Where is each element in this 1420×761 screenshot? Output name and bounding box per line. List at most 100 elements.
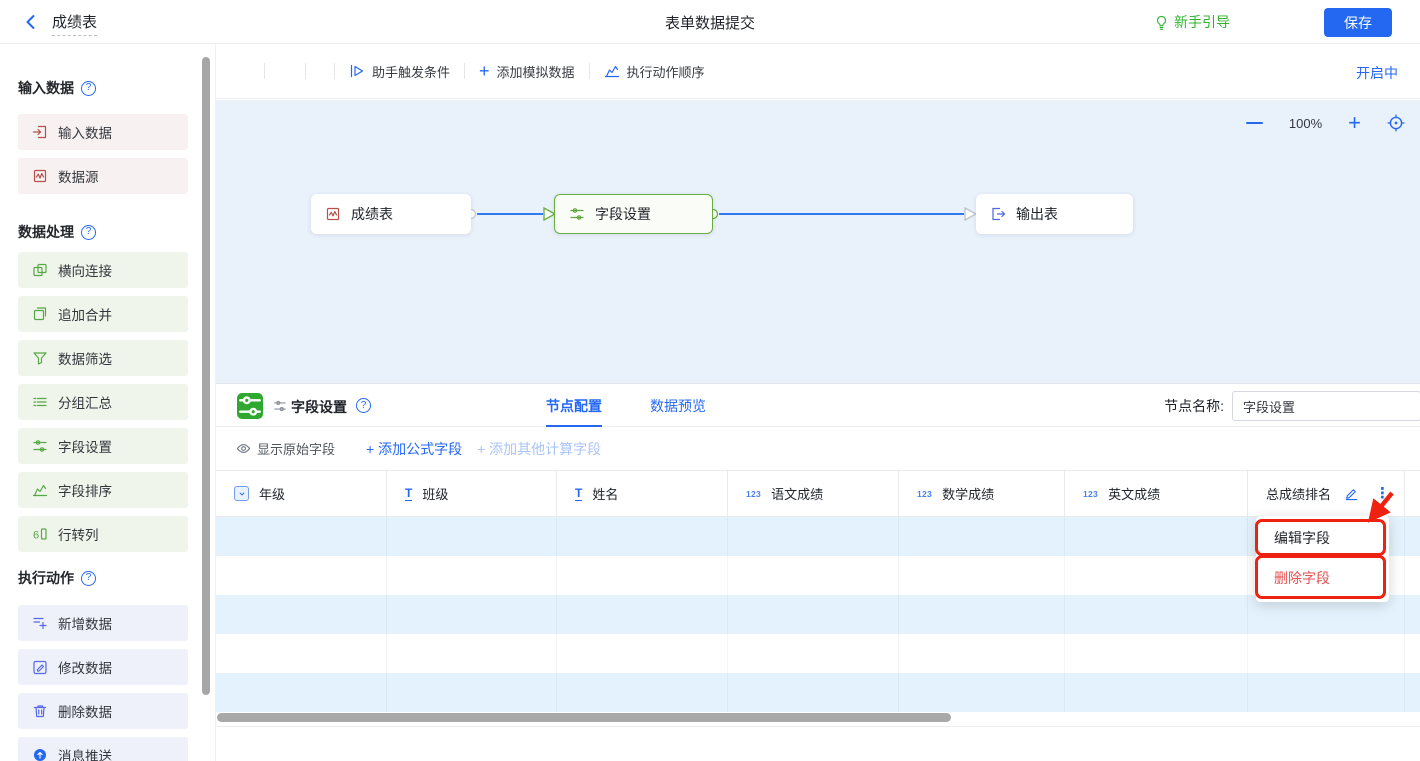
column-header[interactable]: 总成绩排名⋮ <box>1248 471 1405 516</box>
sidebar-item-append-merge[interactable]: 追加合并 <box>18 296 188 332</box>
table-cell[interactable] <box>387 673 557 712</box>
zoom-in-icon[interactable]: + <box>1348 114 1361 132</box>
table-cell[interactable] <box>899 595 1065 634</box>
table-cell[interactable] <box>387 634 557 673</box>
column-menu-icon[interactable]: ⋮ <box>1375 486 1390 501</box>
table-cell[interactable] <box>728 556 899 595</box>
node-output-table[interactable]: 输出表 <box>976 194 1133 234</box>
menu-item-edit-field[interactable]: 编辑字段 <box>1256 519 1389 557</box>
target-icon[interactable] <box>1387 114 1405 132</box>
menu-item-delete-field[interactable]: 删除字段 <box>1256 557 1389 599</box>
table-cell[interactable] <box>1065 673 1248 712</box>
table-cell[interactable] <box>216 595 387 634</box>
flow-canvas[interactable]: 100% + 成绩表 字段设置 输出表 <box>216 100 1420 383</box>
table-cell[interactable] <box>1248 634 1405 673</box>
add-mock-data-button[interactable]: + 添加模拟数据 <box>479 62 575 81</box>
sidebar-item-horizontal-join[interactable]: 横向连接 <box>18 252 188 288</box>
add-other-calc-field-button[interactable]: + 添加其他计算字段 <box>477 439 601 459</box>
table-cell[interactable] <box>557 556 728 595</box>
column-header[interactable]: T 姓名 <box>557 471 728 516</box>
table-row <box>216 517 1420 556</box>
table-cell[interactable] <box>728 673 899 712</box>
column-header[interactable]: 年级 <box>216 471 387 516</box>
table-cell[interactable] <box>899 556 1065 595</box>
table-cell[interactable] <box>728 595 899 634</box>
table-cell[interactable] <box>557 595 728 634</box>
add-formula-field-button[interactable]: + 添加公式字段 <box>366 439 462 459</box>
table-cell[interactable] <box>1065 595 1248 634</box>
table-cell[interactable] <box>1405 673 1420 712</box>
document-title[interactable]: 成绩表 <box>52 11 97 36</box>
row-to-column-icon: 6 <box>32 526 48 542</box>
table-cell[interactable] <box>216 673 387 712</box>
sidebar-item-field-settings[interactable]: 字段设置 <box>18 428 188 464</box>
sidebar-item-row-to-column[interactable]: 6 行转列 <box>18 516 188 552</box>
sidebar-item-field-sort[interactable]: 字段排序 <box>18 472 188 508</box>
node-field-settings[interactable]: 字段设置 <box>554 194 713 234</box>
table-cell[interactable] <box>557 673 728 712</box>
action-order-button[interactable]: 执行动作顺序 <box>604 62 705 81</box>
column-header[interactable]: T班级 <box>387 471 557 516</box>
table-cell[interactable] <box>728 517 899 556</box>
help-icon[interactable]: ? <box>81 225 96 240</box>
sidebar-item-edit-data[interactable]: 修改数据 <box>18 649 188 685</box>
table-cell[interactable] <box>216 634 387 673</box>
sidebar-item-delete-data[interactable]: 删除数据 <box>18 693 188 729</box>
sidebar-item-group-summary[interactable]: 分组汇总 <box>18 384 188 420</box>
column-header[interactable]: 123语文成绩 <box>728 471 899 516</box>
table-cell[interactable] <box>387 556 557 595</box>
node-grade-table[interactable]: 成绩表 <box>311 194 471 234</box>
app-root: 成绩表 表单数据提交 新手引导 保存 输入数据 ? 输入数据 数据源 数据处理 … <box>0 0 1420 761</box>
text-field-icon: T <box>575 487 582 501</box>
table-cell[interactable] <box>1405 517 1420 556</box>
table-cell[interactable] <box>728 634 899 673</box>
table-cell[interactable] <box>1065 517 1248 556</box>
plus-icon: + <box>366 441 374 457</box>
help-icon[interactable]: ? <box>81 571 96 586</box>
table-cell[interactable] <box>1405 595 1420 634</box>
table-cell[interactable] <box>216 517 387 556</box>
table-cell[interactable] <box>899 673 1065 712</box>
status-toggle[interactable]: 开启中 <box>1356 63 1398 83</box>
help-icon[interactable]: ? <box>81 81 96 96</box>
table-cell[interactable] <box>557 517 728 556</box>
plus-icon: + <box>479 64 490 78</box>
back-icon[interactable] <box>22 13 40 31</box>
tab-node-config[interactable]: 节点配置 <box>546 384 602 428</box>
help-icon[interactable]: ? <box>356 398 371 413</box>
node-name-input[interactable] <box>1232 391 1420 421</box>
flow-edges <box>216 100 1420 383</box>
column-header[interactable]: 123 <box>1405 471 1420 516</box>
sidebar-item-data-source[interactable]: 数据源 <box>18 158 188 194</box>
save-button[interactable]: 保存 <box>1324 8 1392 37</box>
table-cell[interactable] <box>1248 673 1405 712</box>
beginner-guide-button[interactable]: 新手引导 <box>1154 12 1230 32</box>
table-cell[interactable] <box>899 634 1065 673</box>
table-cell[interactable] <box>387 595 557 634</box>
table-cell[interactable] <box>1405 634 1420 673</box>
column-label: 姓名 <box>592 484 618 503</box>
table-cell[interactable] <box>557 634 728 673</box>
sidebar-scrollbar[interactable] <box>202 57 210 695</box>
show-original-fields-toggle[interactable]: 显示原始字段 <box>236 439 335 458</box>
sidebar-item-data-filter[interactable]: 数据筛选 <box>18 340 188 376</box>
table-cell[interactable] <box>387 517 557 556</box>
horizontal-scrollbar[interactable] <box>217 713 951 722</box>
table-cell[interactable] <box>1065 634 1248 673</box>
tab-data-preview[interactable]: 数据预览 <box>650 384 706 428</box>
table-cell[interactable] <box>1065 556 1248 595</box>
sidebar-item-message-push[interactable]: 消息推送 <box>18 737 188 761</box>
sidebar-item-input-data[interactable]: 输入数据 <box>18 114 188 150</box>
number-field-icon: 123 <box>1083 489 1098 499</box>
column-header[interactable]: 123英文成绩 <box>1065 471 1248 516</box>
edit-column-icon[interactable] <box>1344 486 1359 501</box>
table-cell[interactable] <box>899 517 1065 556</box>
assistant-trigger-button[interactable]: 助手触发条件 <box>349 62 450 81</box>
zoom-out-icon[interactable] <box>1246 122 1263 125</box>
select-field-icon <box>234 486 249 501</box>
column-header[interactable]: 123数学成绩 <box>899 471 1065 516</box>
table-cell[interactable] <box>216 556 387 595</box>
sidebar-item-add-data[interactable]: 新增数据 <box>18 605 188 641</box>
table-cell[interactable] <box>1405 556 1420 595</box>
input-arrow <box>965 208 976 220</box>
